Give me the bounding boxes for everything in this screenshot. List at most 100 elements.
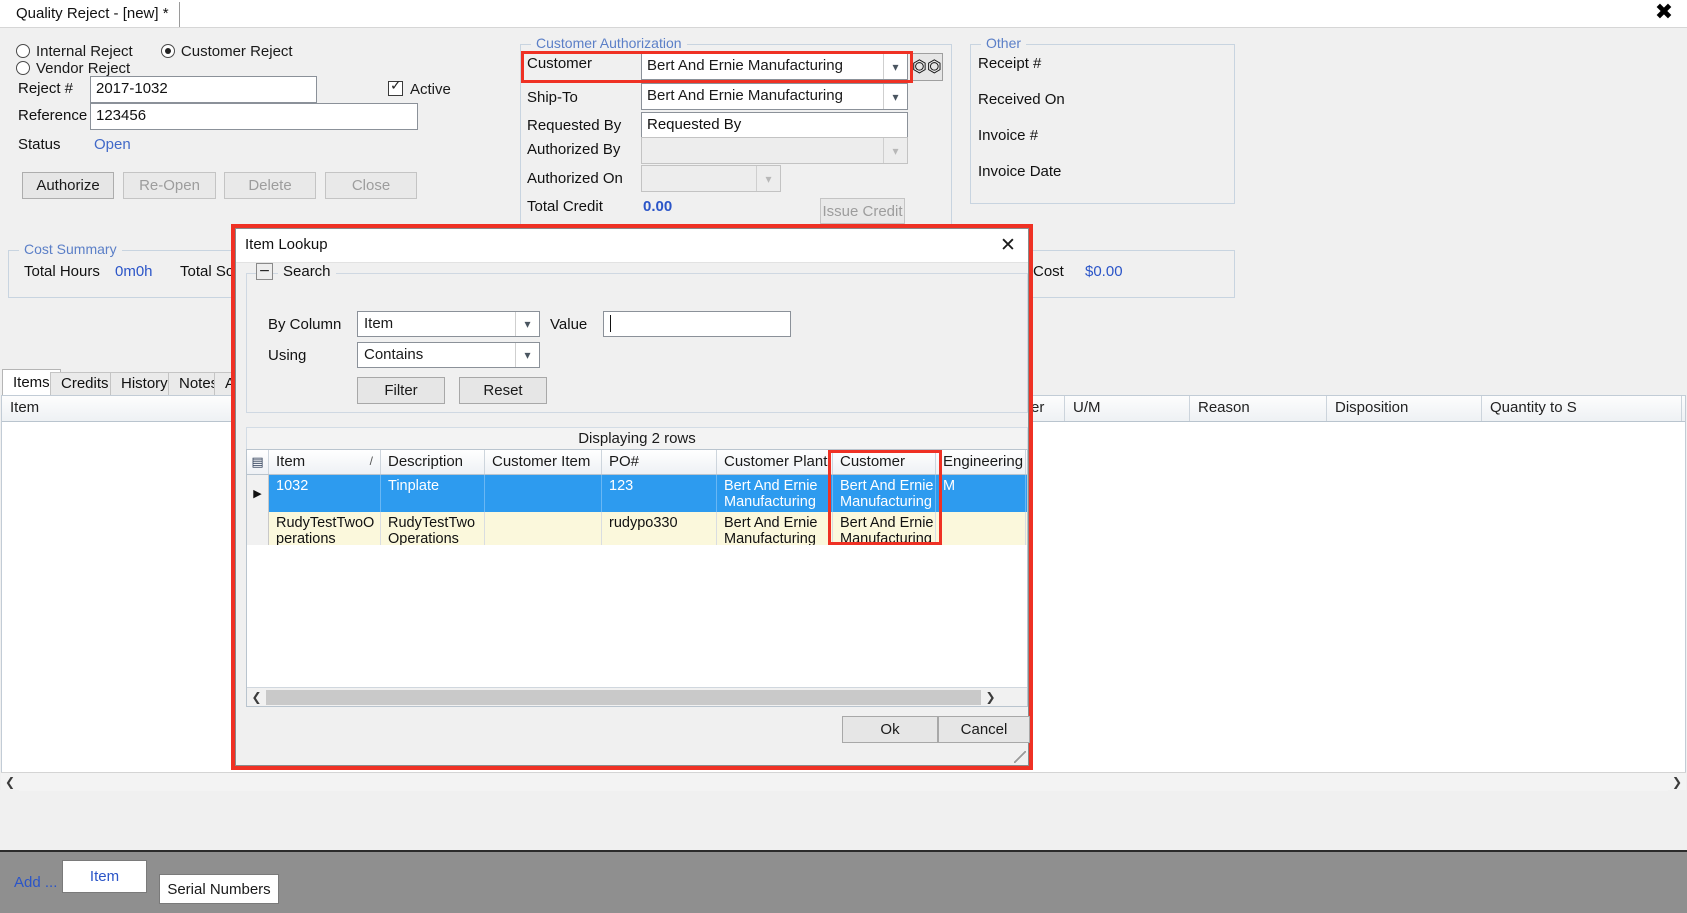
by-column-label: By Column [268, 316, 342, 333]
dialog-title-bar: Item Lookup ✕ [236, 229, 1028, 263]
serial-numbers-button[interactable]: Serial Numbers [159, 874, 279, 904]
table-row[interactable]: RudyTestTwoOperations RudyTestTwoOperati… [247, 512, 1027, 545]
table-row[interactable]: ▶ 1032 Tinplate 123 Bert And Ernie Manuf… [247, 475, 1027, 512]
radio-label: Customer Reject [180, 43, 293, 60]
cell-engineering: M [936, 475, 1026, 512]
radio-vendor-reject[interactable]: Vendor Reject [16, 60, 130, 77]
requested-by-input[interactable]: Requested By [641, 112, 908, 139]
using-combo[interactable]: Contains ▾ [357, 342, 540, 368]
issue-credit-button[interactable]: Issue Credit [820, 198, 905, 224]
chevron-down-icon: ▾ [515, 343, 539, 367]
customer-combo[interactable]: Bert And Ernie Manufacturing ▾ [641, 53, 908, 80]
total-hours-value: 0m0h [115, 263, 153, 280]
reference-input[interactable]: 123456 [90, 103, 418, 130]
scrollbar-track[interactable] [19, 772, 1668, 791]
authorize-button[interactable]: Authorize [22, 172, 114, 199]
customer-lookup-button[interactable]: ⏣⏣ [911, 53, 943, 81]
cell-customer: Bert And Ernie Manufacturing [833, 475, 936, 512]
cell-po-number: 123 [602, 475, 717, 512]
column-header-item[interactable]: Item / [269, 450, 381, 474]
scroll-right-icon[interactable]: ❯ [1668, 775, 1686, 789]
reopen-button[interactable]: Re-Open [123, 172, 216, 199]
reject-number-input[interactable]: 2017-1032 [90, 76, 317, 103]
receipt-number-label: Receipt # [978, 55, 1042, 72]
add-link[interactable]: Add ... [14, 874, 57, 891]
value-input[interactable] [603, 311, 791, 337]
results-grid-header: ▤ Item / Description Customer Item PO# C… [247, 450, 1027, 475]
by-column-combo[interactable]: Item ▾ [357, 311, 540, 337]
authorized-on-combo[interactable]: ▾ [641, 165, 781, 192]
ship-to-combo[interactable]: Bert And Ernie Manufacturing ▾ [641, 83, 908, 110]
radio-internal-reject[interactable]: Internal Reject [16, 43, 133, 60]
reference-label: Reference [18, 107, 88, 124]
cell-customer-item [485, 475, 602, 512]
customer-label: Customer [527, 55, 593, 72]
close-icon[interactable]: ✖ [1651, 2, 1677, 26]
reset-button[interactable]: Reset [459, 377, 547, 404]
total-credit-label: Total Credit [527, 198, 603, 215]
cell-item: RudyTestTwoOperations [269, 512, 381, 545]
chevron-down-icon: ▾ [883, 84, 907, 109]
delete-button[interactable]: Delete [224, 172, 316, 199]
total-credit-value: 0.00 [643, 198, 673, 215]
scroll-left-icon[interactable]: ❮ [247, 690, 266, 704]
filter-button[interactable]: Filter [357, 377, 445, 404]
results-hscrollbar[interactable]: ❮ ❯ [247, 687, 1027, 706]
reject-type-radio-group: Internal Reject Customer Reject Vendor R… [16, 43, 436, 77]
cancel-button[interactable]: Cancel [938, 716, 1030, 743]
using-label: Using [268, 347, 307, 364]
item-button[interactable]: Item [62, 860, 147, 893]
close-button[interactable]: Close [325, 172, 417, 199]
ship-to-combo-value: Bert And Ernie Manufacturing [647, 87, 843, 104]
cost-label: Cost [1033, 263, 1064, 280]
cell-item: 1032 [269, 475, 381, 512]
row-count-banner: Displaying 2 rows [246, 427, 1028, 449]
column-header-description[interactable]: Description [381, 450, 485, 474]
total-hours-label: Total Hours [24, 263, 100, 280]
radio-customer-reject[interactable]: Customer Reject [160, 43, 293, 60]
dialog-close-icon[interactable]: ✕ [996, 233, 1020, 257]
authorized-by-combo[interactable]: ▾ [641, 137, 908, 164]
dialog-body: Item Lookup ✕ − Search By Column Item ▾ … [235, 228, 1030, 766]
ship-to-label: Ship-To [527, 89, 578, 106]
column-header-um[interactable]: U/M [1065, 396, 1190, 421]
cell-customer-item [485, 512, 602, 545]
by-column-value: Item [364, 315, 394, 332]
received-on-label: Received On [978, 91, 1065, 108]
invoice-number-label: Invoice # [978, 127, 1039, 144]
using-value: Contains [364, 346, 424, 363]
sort-ascending-icon: / [369, 454, 373, 468]
column-header-reason[interactable]: Reason [1190, 396, 1327, 421]
scrollbar-thumb[interactable] [266, 689, 981, 705]
status-label: Status [18, 136, 61, 153]
search-group-label: Search [278, 263, 336, 280]
scroll-right-icon[interactable]: ❯ [981, 690, 1000, 704]
title-bar: Quality Reject - [new] * ✖ [0, 0, 1687, 28]
authorized-by-combo-value [642, 138, 883, 163]
column-header-engineering[interactable]: Engineering l [936, 450, 1026, 474]
ok-button[interactable]: Ok [842, 716, 938, 743]
column-header-customer-plant[interactable]: Customer Plant [717, 450, 833, 474]
scroll-left-icon[interactable]: ❮ [1, 775, 19, 789]
cell-description: RudyTestTwoOperations [381, 512, 485, 545]
column-header-disposition[interactable]: Disposition [1327, 396, 1482, 421]
row-selector-icon: ▶ [247, 475, 269, 512]
active-checkbox[interactable]: Active [388, 78, 451, 98]
column-header-po-number[interactable]: PO# [602, 450, 717, 474]
column-header-customer-item[interactable]: Customer Item [485, 450, 602, 474]
status-value: Open [94, 136, 131, 153]
grid-selector-icon[interactable]: ▤ [247, 450, 269, 474]
collapse-toggle-icon[interactable]: − [256, 263, 273, 280]
resize-grip[interactable] [1014, 751, 1026, 763]
chevron-down-icon: ▾ [883, 54, 907, 79]
lookup-results-grid: ▤ Item / Description Customer Item PO# C… [246, 449, 1028, 707]
cell-customer-plant: Bert And Ernie Manufacturing [717, 512, 833, 545]
items-grid-hscrollbar[interactable]: ❮ ❯ [1, 772, 1686, 791]
radio-label: Vendor Reject [36, 60, 131, 77]
column-header-quantity-to-s[interactable]: Quantity to S [1482, 396, 1682, 421]
radio-indicator [160, 44, 175, 58]
document-tab[interactable]: Quality Reject - [new] * [8, 2, 180, 27]
group-title: Other [981, 35, 1027, 51]
radio-indicator [16, 44, 30, 58]
column-header-customer[interactable]: Customer [833, 450, 936, 474]
